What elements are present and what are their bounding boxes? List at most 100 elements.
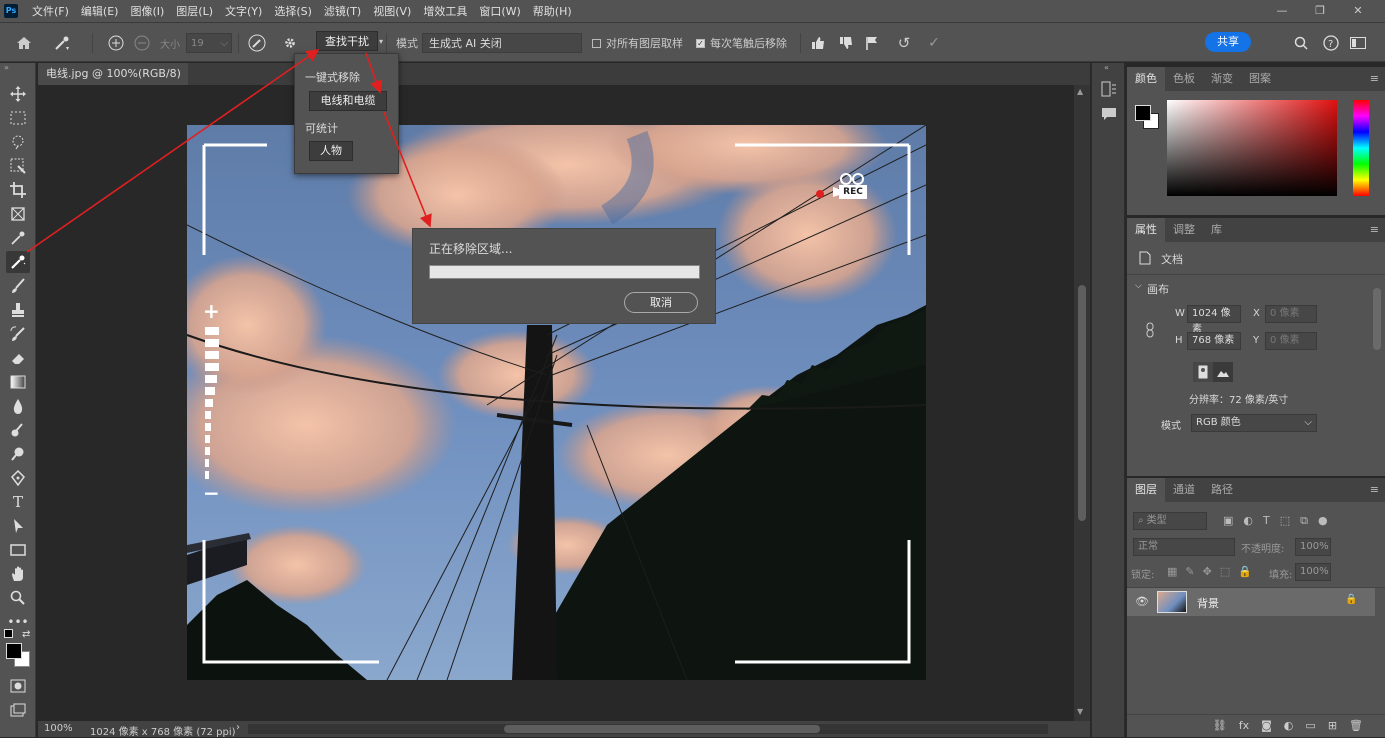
search-icon[interactable]: [1290, 31, 1312, 55]
menu-layer[interactable]: 图层(L): [170, 3, 219, 19]
color-panel-menu-icon[interactable]: ≡: [1370, 72, 1379, 85]
status-more-icon[interactable]: ›: [236, 722, 240, 733]
quick-mask-icon[interactable]: [6, 675, 30, 697]
x-field[interactable]: 0 像素: [1265, 305, 1317, 323]
scroll-down-icon[interactable]: ▼: [1077, 707, 1083, 716]
delete-layer-icon[interactable]: 🗑: [1349, 719, 1363, 737]
menu-edit[interactable]: 编辑(E): [75, 3, 125, 19]
history-panel-icon[interactable]: [1100, 81, 1118, 100]
people-button[interactable]: 人物: [309, 141, 353, 161]
opacity-field[interactable]: 100%: [1295, 538, 1331, 556]
clone-stamp-tool-icon[interactable]: [6, 299, 30, 321]
menu-select[interactable]: 选择(S): [268, 3, 318, 19]
add-mode-icon[interactable]: [106, 31, 126, 55]
tab-gradients[interactable]: 渐变: [1203, 67, 1241, 91]
remove-tool-icon[interactable]: [6, 251, 30, 273]
restore-icon[interactable]: ❐: [1301, 0, 1339, 22]
blur-tool-icon[interactable]: [6, 395, 30, 417]
lock-all-icon[interactable]: 🔒: [1238, 565, 1252, 578]
layer-filter-select[interactable]: ⌕ 类型: [1133, 512, 1207, 530]
lock-artboard-icon[interactable]: ⬚: [1220, 565, 1230, 578]
hue-slider[interactable]: [1353, 100, 1369, 196]
menu-plugins[interactable]: 增效工具: [417, 3, 473, 19]
lock-position-icon[interactable]: ✥: [1203, 565, 1212, 578]
section-collapse-icon[interactable]: ⌵: [1135, 281, 1142, 291]
comments-panel-icon[interactable]: [1101, 107, 1117, 124]
size-dropdown-icon[interactable]: ⌵: [220, 38, 228, 49]
menu-window[interactable]: 窗口(W): [473, 3, 526, 19]
document-canvas-image[interactable]: + − REC: [187, 125, 926, 680]
home-icon[interactable]: [12, 31, 36, 55]
thumbs-up-icon[interactable]: [808, 31, 828, 55]
menu-type[interactable]: 文字(Y): [219, 3, 268, 19]
tab-channels[interactable]: 通道: [1165, 478, 1203, 502]
width-field[interactable]: 1024 像素: [1187, 305, 1241, 335]
zoom-tool-icon[interactable]: [6, 587, 30, 609]
size-input[interactable]: 19 ⌵: [186, 33, 232, 53]
frame-tool-icon[interactable]: [6, 203, 30, 225]
workspace-icon[interactable]: [1348, 31, 1368, 55]
zoom-level[interactable]: 100%: [44, 723, 73, 734]
settings-gear-icon[interactable]: [280, 31, 300, 55]
tab-libraries[interactable]: 库: [1203, 218, 1230, 242]
swap-colors-icon[interactable]: ⇄: [22, 629, 30, 640]
scroll-up-icon[interactable]: ▲: [1077, 87, 1083, 96]
document-tab[interactable]: 电线.jpg @ 100%(RGB/8) ×: [38, 63, 188, 102]
link-layers-icon[interactable]: ⛓: [1213, 719, 1227, 737]
tab-adjustments[interactable]: 调整: [1165, 218, 1203, 242]
rectangle-tool-icon[interactable]: [6, 539, 30, 561]
adjustment-filter-icon[interactable]: ◐: [1243, 514, 1253, 528]
type-filter-icon[interactable]: T: [1263, 514, 1270, 528]
dodge-tool-icon[interactable]: [6, 443, 30, 465]
vertical-scrollbar[interactable]: ▲ ▼: [1074, 85, 1090, 721]
height-field[interactable]: 768 像素: [1187, 332, 1241, 350]
remove-after-stroke-checkbox[interactable]: ✓ 每次笔触后移除: [696, 31, 796, 55]
new-group-icon[interactable]: ▭: [1305, 719, 1315, 737]
minimize-icon[interactable]: —: [1263, 0, 1301, 22]
tab-swatches[interactable]: 色板: [1165, 67, 1203, 91]
pressure-icon[interactable]: [246, 31, 268, 55]
find-distractions-button[interactable]: 查找干扰: [316, 31, 378, 51]
default-colors-icon[interactable]: [4, 629, 13, 638]
expand-panels-icon[interactable]: «: [1104, 63, 1109, 72]
gradient-tool-icon[interactable]: [6, 371, 30, 393]
layer-row-background[interactable]: 👁 背景 🔒: [1127, 588, 1375, 616]
color-swatches[interactable]: ⇄: [2, 627, 34, 667]
menu-help[interactable]: 帮助(H): [527, 3, 578, 19]
vertical-scroll-thumb[interactable]: [1078, 285, 1086, 521]
layers-panel-menu-icon[interactable]: ≡: [1370, 483, 1379, 496]
layer-visibility-eye-icon[interactable]: 👁: [1135, 595, 1149, 608]
menu-view[interactable]: 视图(V): [367, 3, 417, 19]
mode-select[interactable]: 生成式 AI 关闭: [422, 33, 582, 53]
subtract-mode-icon[interactable]: [132, 31, 152, 55]
commit-check-icon[interactable]: ✓: [924, 31, 944, 55]
horizontal-scroll-thumb[interactable]: [504, 725, 820, 733]
type-tool-icon[interactable]: T: [6, 491, 30, 513]
pen-tool-icon[interactable]: [6, 467, 30, 489]
fill-field[interactable]: 100%: [1295, 563, 1331, 581]
tab-patterns[interactable]: 图案: [1241, 67, 1279, 91]
object-selection-tool-icon[interactable]: [6, 155, 30, 177]
smart-object-filter-icon[interactable]: ⧉: [1300, 514, 1308, 528]
crop-tool-icon[interactable]: [6, 179, 30, 201]
add-mask-icon[interactable]: ◙: [1261, 719, 1272, 737]
history-brush-tool-icon[interactable]: [6, 323, 30, 345]
new-layer-icon[interactable]: ⊞: [1328, 719, 1337, 737]
remove-tool-preset-icon[interactable]: ▾: [50, 31, 74, 55]
undo-icon[interactable]: ↺: [894, 31, 914, 55]
marquee-tool-icon[interactable]: [6, 107, 30, 129]
collapse-toolbar-icon[interactable]: »: [4, 63, 9, 72]
landscape-orientation-icon[interactable]: [1213, 362, 1233, 382]
pixel-filter-icon[interactable]: ▣: [1223, 514, 1233, 528]
close-window-icon[interactable]: ✕: [1339, 0, 1377, 22]
hand-tool-icon[interactable]: [6, 563, 30, 585]
find-distractions-dropdown-icon[interactable]: ▾: [378, 31, 384, 51]
fg-color-chip[interactable]: [1135, 105, 1151, 121]
y-field[interactable]: 0 像素: [1265, 332, 1317, 350]
smudge-tool-icon[interactable]: [6, 419, 30, 441]
tab-paths[interactable]: 路径: [1203, 478, 1241, 502]
color-field[interactable]: [1167, 100, 1337, 196]
shape-filter-icon[interactable]: ⬚: [1280, 514, 1290, 528]
eraser-tool-icon[interactable]: [6, 347, 30, 369]
tab-color[interactable]: 颜色: [1127, 67, 1165, 91]
